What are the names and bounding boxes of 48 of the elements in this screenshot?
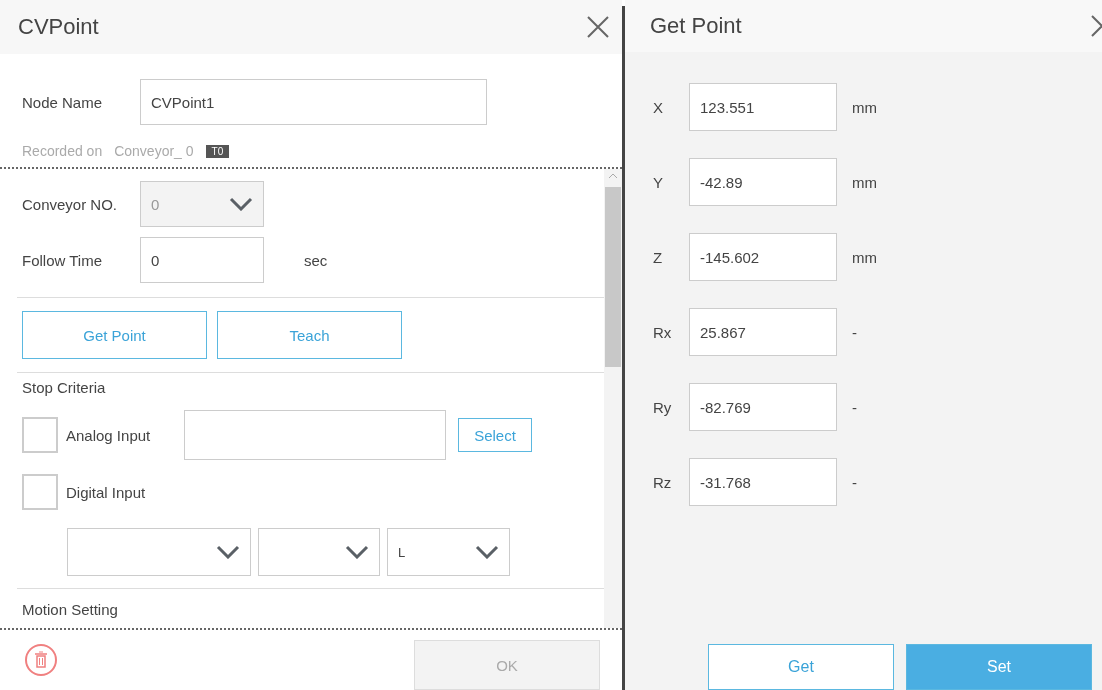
node-name-field[interactable]: CVPoint1 — [140, 79, 487, 125]
field-label: Conveyor NO. — [22, 195, 119, 213]
trash-icon[interactable] — [24, 643, 58, 677]
dropdown-value: L — [398, 544, 406, 560]
analog-input-field[interactable] — [184, 410, 446, 460]
unit-label: - — [852, 323, 857, 341]
section-title: Motion Setting — [22, 601, 119, 618]
conveyor-name: Conveyor_ 0 — [114, 143, 194, 159]
coordinate-field[interactable]: -82.769 — [689, 383, 837, 431]
chevron-down-icon — [216, 545, 240, 559]
unit-label: sec — [304, 251, 328, 269]
chevron-down-icon — [475, 545, 499, 559]
dialog-title: CVPoint — [18, 14, 99, 40]
follow-time-field[interactable]: 0 — [140, 237, 264, 283]
axis-label: Z — [652, 248, 664, 266]
checkbox[interactable] — [22, 474, 58, 510]
dropdown[interactable]: L — [387, 528, 510, 576]
axis-label: Y — [652, 173, 664, 191]
unit-label: - — [852, 473, 857, 491]
unit-label: - — [852, 398, 857, 416]
scrollbar[interactable] — [604, 169, 622, 628]
scroll-up-icon[interactable] — [608, 173, 618, 179]
dropdown[interactable] — [67, 528, 251, 576]
chevron-down-icon — [345, 545, 369, 559]
checkbox-label: Digital Input — [66, 483, 146, 501]
field-label: Follow Time — [22, 251, 104, 269]
unit-label: mm — [852, 98, 877, 116]
axis-label: Rz — [652, 473, 673, 491]
coordinate-field[interactable]: -42.89 — [689, 158, 837, 206]
dropdown[interactable] — [258, 528, 380, 576]
coordinate-field[interactable]: -145.602 — [689, 233, 837, 281]
unit-label: mm — [852, 248, 877, 266]
coordinate-field[interactable]: 123.551 — [689, 83, 837, 131]
axis-label: Ry — [652, 398, 673, 416]
coordinate-field[interactable]: 25.867 — [689, 308, 837, 356]
coordinate-field[interactable]: -31.768 — [689, 458, 837, 506]
checkbox-label: Analog Input — [66, 426, 152, 444]
section-title: Stop Criteria — [22, 379, 107, 396]
field-label: Node Name — [22, 93, 104, 111]
unit-label: mm — [852, 173, 877, 191]
checkbox[interactable] — [22, 417, 58, 453]
dialog-title: Get Point — [650, 13, 742, 39]
recorded-label: Recorded on — [22, 143, 103, 159]
axis-label: X — [652, 98, 664, 116]
chevron-down-icon — [229, 197, 253, 211]
close-icon[interactable] — [586, 15, 610, 39]
axis-label: Rx — [652, 323, 673, 341]
tool-badge: T0 — [205, 144, 230, 158]
